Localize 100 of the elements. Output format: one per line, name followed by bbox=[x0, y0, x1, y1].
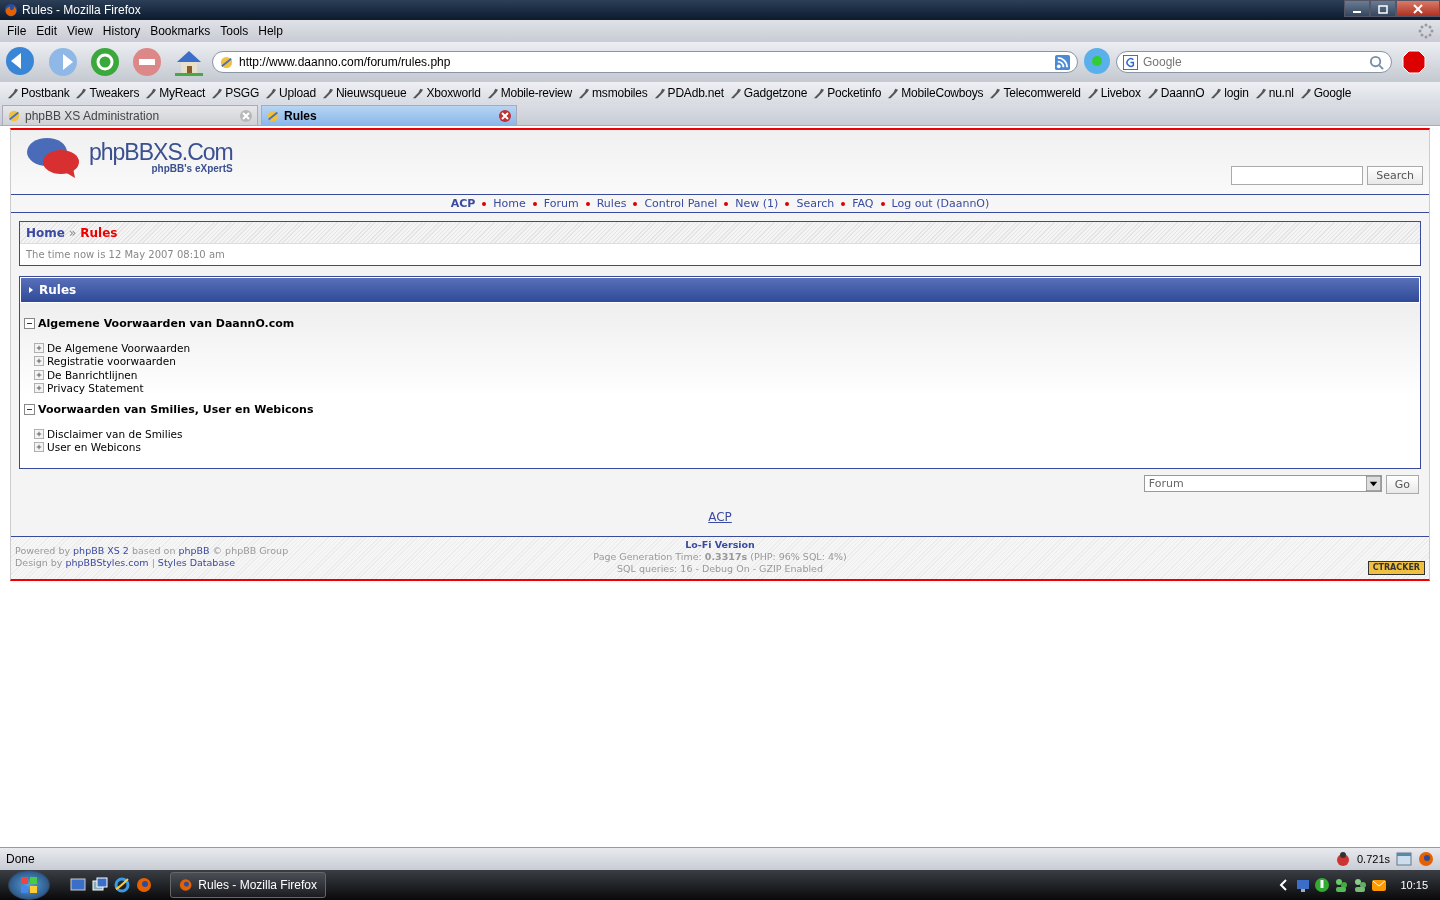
search-engine-icon[interactable] bbox=[1123, 55, 1138, 70]
bookmark-item[interactable]: Livebox bbox=[1085, 86, 1141, 100]
queries-text: SQL queries: 16 - Debug On - GZIP Enabled bbox=[617, 563, 823, 575]
bookmark-item[interactable]: MyReact bbox=[144, 86, 206, 100]
rule-item[interactable]: De Banrichtlijnen bbox=[47, 368, 138, 381]
bookmark-item[interactable]: Google bbox=[1298, 86, 1352, 100]
nav-link[interactable]: New (1) bbox=[735, 197, 779, 210]
expand-icon[interactable] bbox=[34, 369, 44, 380]
bookmark-item[interactable]: Upload bbox=[264, 86, 316, 100]
forum-select[interactable]: Forum bbox=[1143, 475, 1382, 492]
menu-item[interactable]: File bbox=[2, 24, 32, 38]
maximize-button[interactable] bbox=[1370, 0, 1396, 17]
menu-item[interactable]: Tools bbox=[215, 24, 254, 38]
bookmark-item[interactable]: Pocketinfo bbox=[812, 86, 882, 100]
expand-icon[interactable] bbox=[34, 342, 44, 353]
section-heading[interactable]: Voorwaarden van Smilies, User en Webicons bbox=[38, 402, 314, 416]
close-icon bbox=[1413, 3, 1423, 14]
separator-dot bbox=[880, 201, 885, 206]
bookmark-item[interactable]: Gadgetzone bbox=[728, 86, 808, 100]
bookmark-item[interactable]: Telecomwereld bbox=[988, 86, 1081, 100]
windows-logo-icon bbox=[19, 875, 39, 895]
browser-tab[interactable]: phpBB XS Administration bbox=[2, 105, 258, 125]
minimize-button[interactable] bbox=[1344, 0, 1370, 17]
search-icon[interactable] bbox=[1369, 55, 1384, 70]
firefox-icon[interactable] bbox=[136, 877, 152, 893]
browser-icon[interactable] bbox=[114, 877, 130, 893]
collapse-icon[interactable] bbox=[24, 317, 35, 329]
desktop-icon[interactable] bbox=[70, 877, 86, 893]
site-logo[interactable]: phpBBXS.Com phpBB's eXpertS bbox=[25, 134, 233, 180]
rule-item[interactable]: Disclaimer van de Smilies bbox=[47, 427, 183, 440]
status-text: Done bbox=[6, 852, 36, 866]
menu-item[interactable]: Help bbox=[253, 24, 288, 38]
rule-item[interactable]: De Algemene Voorwaarden bbox=[47, 341, 191, 354]
rule-item[interactable]: Registratie voorwaarden bbox=[47, 355, 176, 368]
footer-link[interactable]: Styles Database bbox=[157, 557, 236, 568]
expand-icon[interactable] bbox=[34, 356, 44, 367]
nav-link[interactable]: FAQ bbox=[852, 197, 874, 210]
bookmark-item[interactable]: login bbox=[1209, 86, 1249, 100]
dropdown-arrow-icon bbox=[1365, 476, 1381, 491]
menu-item[interactable]: Edit bbox=[31, 24, 63, 38]
reload-icon bbox=[89, 46, 121, 78]
bookmark-item[interactable]: MobileCowboys bbox=[886, 86, 984, 100]
bookmark-item[interactable]: DaannO bbox=[1145, 86, 1205, 100]
bookmark-item[interactable]: Tweakers bbox=[74, 86, 140, 100]
expand-icon[interactable] bbox=[34, 442, 44, 453]
nav-link[interactable]: Search bbox=[796, 197, 835, 210]
search-input[interactable] bbox=[1231, 166, 1364, 185]
close-icon[interactable] bbox=[498, 108, 512, 123]
bookmark-item[interactable]: Postbank bbox=[6, 86, 70, 100]
nav-link[interactable]: ACP bbox=[450, 197, 476, 210]
bookmark-item[interactable]: msmobiles bbox=[577, 86, 648, 100]
nav-link[interactable]: Log out (DaannO) bbox=[891, 197, 990, 210]
messenger-icon[interactable] bbox=[1333, 877, 1350, 893]
separator-dot bbox=[841, 201, 846, 206]
address-field[interactable]: http://www.daanno.com/forum/rules.php bbox=[212, 51, 1078, 73]
expand-icon[interactable] bbox=[34, 428, 44, 439]
search-button[interactable]: Search bbox=[1367, 166, 1423, 185]
collapse-icon[interactable] bbox=[24, 403, 35, 415]
bookmark-item[interactable]: Nieuwsqueue bbox=[320, 86, 407, 100]
feed-icon[interactable] bbox=[1055, 55, 1070, 70]
acp-link[interactable]: ACP bbox=[708, 510, 732, 524]
section-heading[interactable]: Algemene Voorwaarden van DaannO.com bbox=[38, 316, 295, 330]
lofi-link[interactable]: Lo-Fi Version bbox=[685, 539, 755, 551]
bookmark-item[interactable]: PSGG bbox=[210, 86, 260, 100]
home-link[interactable]: Home bbox=[26, 225, 65, 240]
bug-icon bbox=[1334, 851, 1351, 867]
go-button[interactable]: Go bbox=[1385, 475, 1419, 494]
bookmark-item[interactable]: Mobile-review bbox=[485, 86, 573, 100]
nav-link[interactable]: Forum bbox=[543, 197, 579, 210]
current-page-link[interactable]: Rules bbox=[80, 225, 118, 240]
browser-tab[interactable]: Rules bbox=[261, 105, 517, 125]
footer-link[interactable]: phpBBStyles.com bbox=[65, 557, 149, 568]
nav-link[interactable]: Control Panel bbox=[644, 197, 718, 210]
stop-sign-icon[interactable] bbox=[1402, 50, 1426, 74]
window-switch-icon[interactable] bbox=[92, 877, 108, 893]
rule-item[interactable]: Privacy Statement bbox=[47, 382, 144, 395]
nav-link[interactable]: Rules bbox=[596, 197, 627, 210]
firefox-icon bbox=[4, 3, 18, 17]
rule-item[interactable]: User en Webicons bbox=[47, 441, 141, 454]
bookmark-item[interactable]: PDAdb.net bbox=[652, 86, 724, 100]
torrent-icon[interactable] bbox=[1314, 877, 1331, 893]
search-field[interactable]: Google bbox=[1116, 51, 1392, 73]
taskbar-button[interactable]: Rules - Mozilla Firefox bbox=[170, 872, 326, 898]
bookmark-item[interactable]: nu.nl bbox=[1253, 86, 1294, 100]
nav-link[interactable]: Home bbox=[493, 197, 526, 210]
tracker-badge[interactable]: CTRACKER bbox=[1367, 561, 1425, 575]
close-button[interactable] bbox=[1396, 0, 1440, 17]
start-button[interactable] bbox=[8, 870, 50, 900]
separator-dot bbox=[482, 201, 487, 206]
messenger-icon[interactable] bbox=[1352, 877, 1369, 893]
menu-item[interactable]: History bbox=[97, 24, 146, 38]
footer-link[interactable]: phpBB bbox=[178, 545, 210, 556]
footer-link[interactable]: phpBB XS 2 bbox=[73, 545, 129, 556]
expand-icon[interactable] bbox=[34, 383, 44, 394]
menu-item[interactable]: Bookmarks bbox=[145, 24, 216, 38]
network-icon[interactable] bbox=[1295, 877, 1312, 893]
go-icon bbox=[1083, 47, 1111, 75]
mail-icon[interactable] bbox=[1371, 877, 1388, 893]
bookmark-item[interactable]: Xboxworld bbox=[411, 86, 481, 100]
menu-item[interactable]: View bbox=[62, 24, 98, 38]
